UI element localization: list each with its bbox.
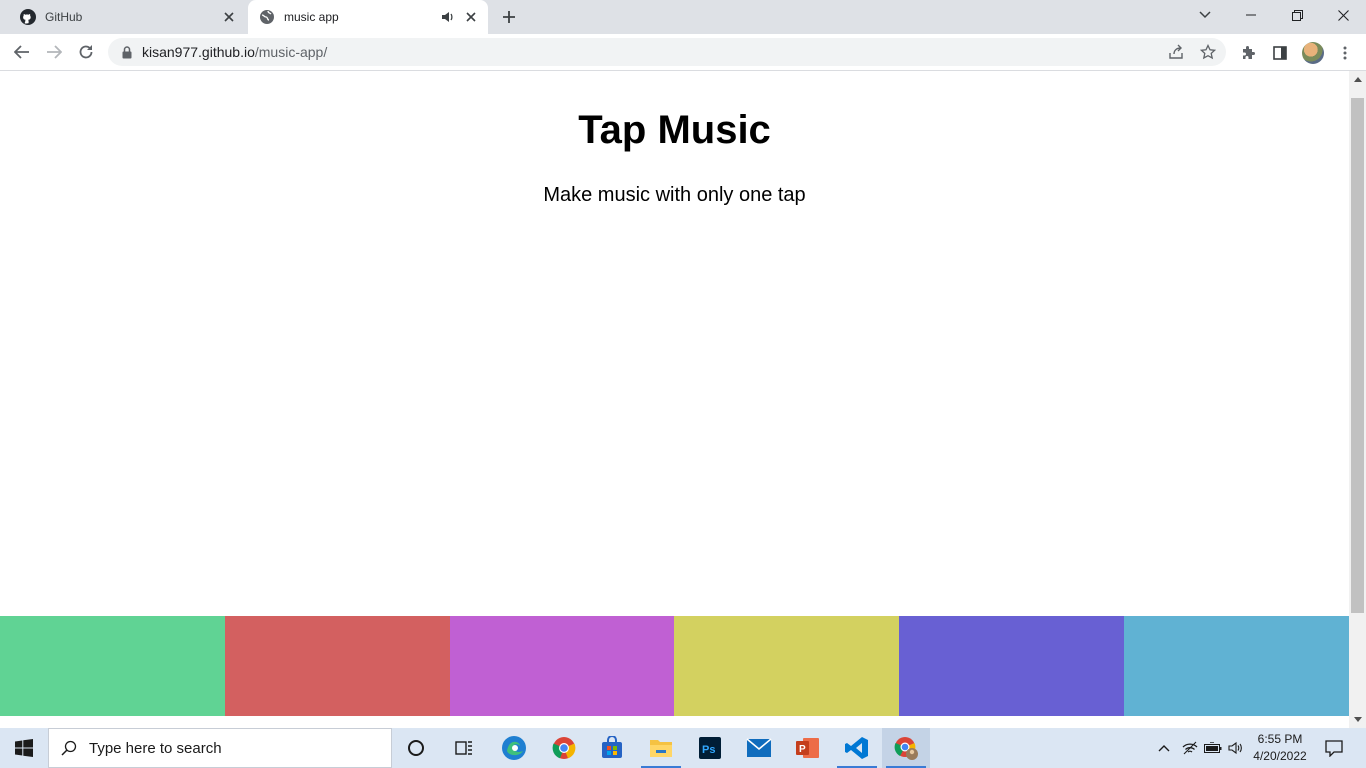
svg-text:P: P [799,744,806,755]
menu-kebab-icon[interactable] [1333,41,1357,65]
minimize-button[interactable] [1228,0,1274,30]
reload-button[interactable] [72,38,100,66]
url-host: kisan977.github.io [142,44,255,60]
pad-4[interactable] [674,616,900,716]
scrollbar-thumb[interactable] [1351,98,1364,613]
search-icon [49,728,89,768]
clock-date: 4/20/2022 [1253,749,1307,763]
vscode-icon[interactable] [833,728,881,768]
close-window-button[interactable] [1320,0,1366,30]
url-text: kisan977.github.io/music-app/ [142,44,327,60]
side-panel-icon[interactable] [1268,41,1292,65]
extensions-icon[interactable] [1236,41,1260,65]
chrome-profile-icon[interactable] [882,728,930,768]
task-view-icon[interactable] [440,728,488,768]
tab-title: music app [284,10,339,24]
page-title: Tap Music [578,108,771,152]
clock-time: 6:55 PM [1257,732,1303,746]
back-button[interactable] [8,38,36,66]
cortana-icon[interactable] [392,728,440,768]
notifications-icon[interactable] [1320,728,1348,768]
tab-music-app[interactable]: music app [248,0,488,34]
page-viewport: Tap Music Make music with only one tap [0,71,1349,728]
music-pads [0,616,1349,716]
profile-avatar[interactable] [1302,42,1324,64]
powerpoint-icon[interactable]: P [784,728,832,768]
battery-icon[interactable] [1202,728,1224,768]
network-icon[interactable] [1180,728,1200,768]
photoshop-icon[interactable]: Ps [686,728,734,768]
tab-search-icon[interactable] [1182,0,1228,30]
mail-icon[interactable] [735,728,783,768]
taskbar-clock[interactable]: 6:55 PM 4/20/2022 [1250,731,1310,765]
close-tab-icon[interactable] [460,6,482,28]
pad-6[interactable] [1124,616,1349,716]
pad-2[interactable] [224,616,450,716]
github-icon [20,9,36,25]
close-tab-icon[interactable] [218,6,240,28]
url-path: /music-app/ [254,44,328,60]
pad-1[interactable] [0,616,225,716]
speaker-icon[interactable] [440,9,456,25]
forward-button[interactable] [40,38,68,66]
file-explorer-icon[interactable] [637,728,685,768]
tab-title: GitHub [45,10,83,24]
share-icon[interactable] [1168,44,1184,60]
address-bar[interactable]: kisan977.github.io/music-app/ [108,38,1226,66]
vertical-scrollbar[interactable] [1349,71,1366,728]
browser-toolbar: kisan977.github.io/music-app/ [0,34,1366,71]
volume-icon[interactable] [1226,728,1246,768]
windows-taskbar: Type here to search Ps P 6:55 PM 4/20/20… [0,728,1366,768]
lock-icon[interactable] [120,45,134,59]
store-icon[interactable] [588,728,636,768]
chrome-icon[interactable] [540,728,588,768]
scroll-up-arrow-icon[interactable] [1349,71,1366,88]
restore-button[interactable] [1274,0,1320,30]
browser-tab-strip: GitHub music app [0,0,1366,34]
pad-3[interactable] [449,616,675,716]
edge-icon[interactable] [490,728,538,768]
globe-icon [259,9,275,25]
scroll-down-arrow-icon[interactable] [1349,711,1366,728]
taskbar-search-box[interactable]: Type here to search [48,728,392,768]
bookmark-star-icon[interactable] [1200,44,1216,60]
page-subtitle: Make music with only one tap [543,184,806,206]
pad-5[interactable] [899,616,1125,716]
windows-start-icon[interactable] [0,728,48,768]
tab-github[interactable]: GitHub [8,0,246,34]
svg-text:Ps: Ps [702,744,715,756]
show-hidden-icons-chevron-icon[interactable] [1154,728,1174,768]
search-placeholder: Type here to search [89,739,222,757]
new-tab-button[interactable] [497,5,521,29]
